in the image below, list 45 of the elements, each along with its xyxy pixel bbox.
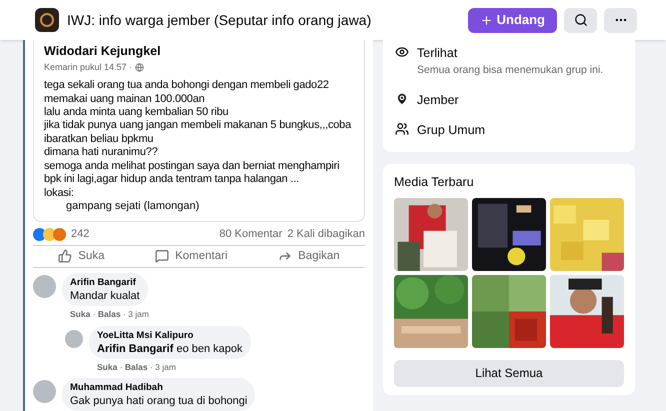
thumbs-up-icon: [58, 249, 72, 264]
reaction-count[interactable]: 242: [71, 226, 90, 242]
comment-author[interactable]: Arifin Bangarif: [70, 276, 140, 290]
comment-meta: Suka · Balas · 3 jam: [70, 308, 149, 321]
plus-icon: [480, 14, 493, 26]
see-all-button[interactable]: Lihat Semua: [394, 360, 624, 387]
share-count[interactable]: 2 Kali dibagikan: [287, 226, 365, 242]
people-icon: [395, 122, 409, 136]
map-pin-icon: [395, 92, 409, 106]
post-text-line: memakai uang mainan 100.000an: [44, 92, 206, 106]
post-author[interactable]: Widodari Kejungkel: [44, 42, 354, 61]
post-time[interactable]: Kemarin pukul 14.57 ·: [44, 60, 132, 74]
location-text: gampang sejati (lamongan): [65, 200, 200, 214]
eye-icon: [395, 45, 409, 59]
post-text-line: lalu anda minta uang kembalian 50 ribu: [44, 106, 230, 120]
post-action-button[interactable]: Bagikan: [278, 248, 340, 265]
comment-author[interactable]: Muhammad Hadibah: [70, 380, 248, 395]
post-text-line: dimana hati nuranimu??: [44, 146, 159, 160]
group-logo[interactable]: [35, 8, 59, 32]
about-title: Grup Umum: [417, 122, 486, 140]
invite-button[interactable]: Undang: [468, 8, 557, 32]
media-title: Media Terbaru: [394, 174, 475, 191]
search-button[interactable]: [564, 8, 597, 32]
globe-icon: [135, 63, 144, 72]
about-title: Terlihat: [417, 45, 458, 62]
post-text-line: tega sekali orang tua anda bohongi dengan membeli gado22: [44, 79, 330, 93]
post-action-button[interactable]: Suka: [58, 248, 105, 265]
reaction-icons[interactable]: [33, 228, 66, 241]
search-icon: [574, 13, 588, 27]
comment-text: Arifin Bangarif eo ben kapok: [97, 343, 243, 356]
comment-text: Mandar kualat: [70, 290, 140, 303]
speech-bubble-icon: [155, 249, 170, 264]
comment-count[interactable]: 80 Komentar: [219, 226, 282, 242]
avatar[interactable]: [65, 330, 83, 348]
about-subtitle: Semua orang bisa menemukan grup ini.: [417, 62, 604, 78]
about-title: Jember: [417, 92, 459, 108]
avatar[interactable]: [33, 274, 56, 298]
avatar[interactable]: [33, 380, 56, 403]
post-text-line: lokasi:: [44, 186, 75, 200]
comment-text: Gak punya hati orang tua di bohongi: [70, 395, 248, 408]
post-text-line: semoga anda melihat postingan saya dan berniat menghampiri bpk ini lagi,agar hidup anda tentram tanpa halangan ...: [44, 160, 340, 186]
comment-meta: Suka · Balas · 3 jam: [97, 361, 177, 374]
group-title[interactable]: IWJ: info warga jember (Seputar info orang jawa): [67, 10, 460, 30]
comment-author[interactable]: YoeLitta Msi Kalipuro: [97, 328, 243, 343]
post-action-button[interactable]: Komentari: [155, 248, 228, 265]
